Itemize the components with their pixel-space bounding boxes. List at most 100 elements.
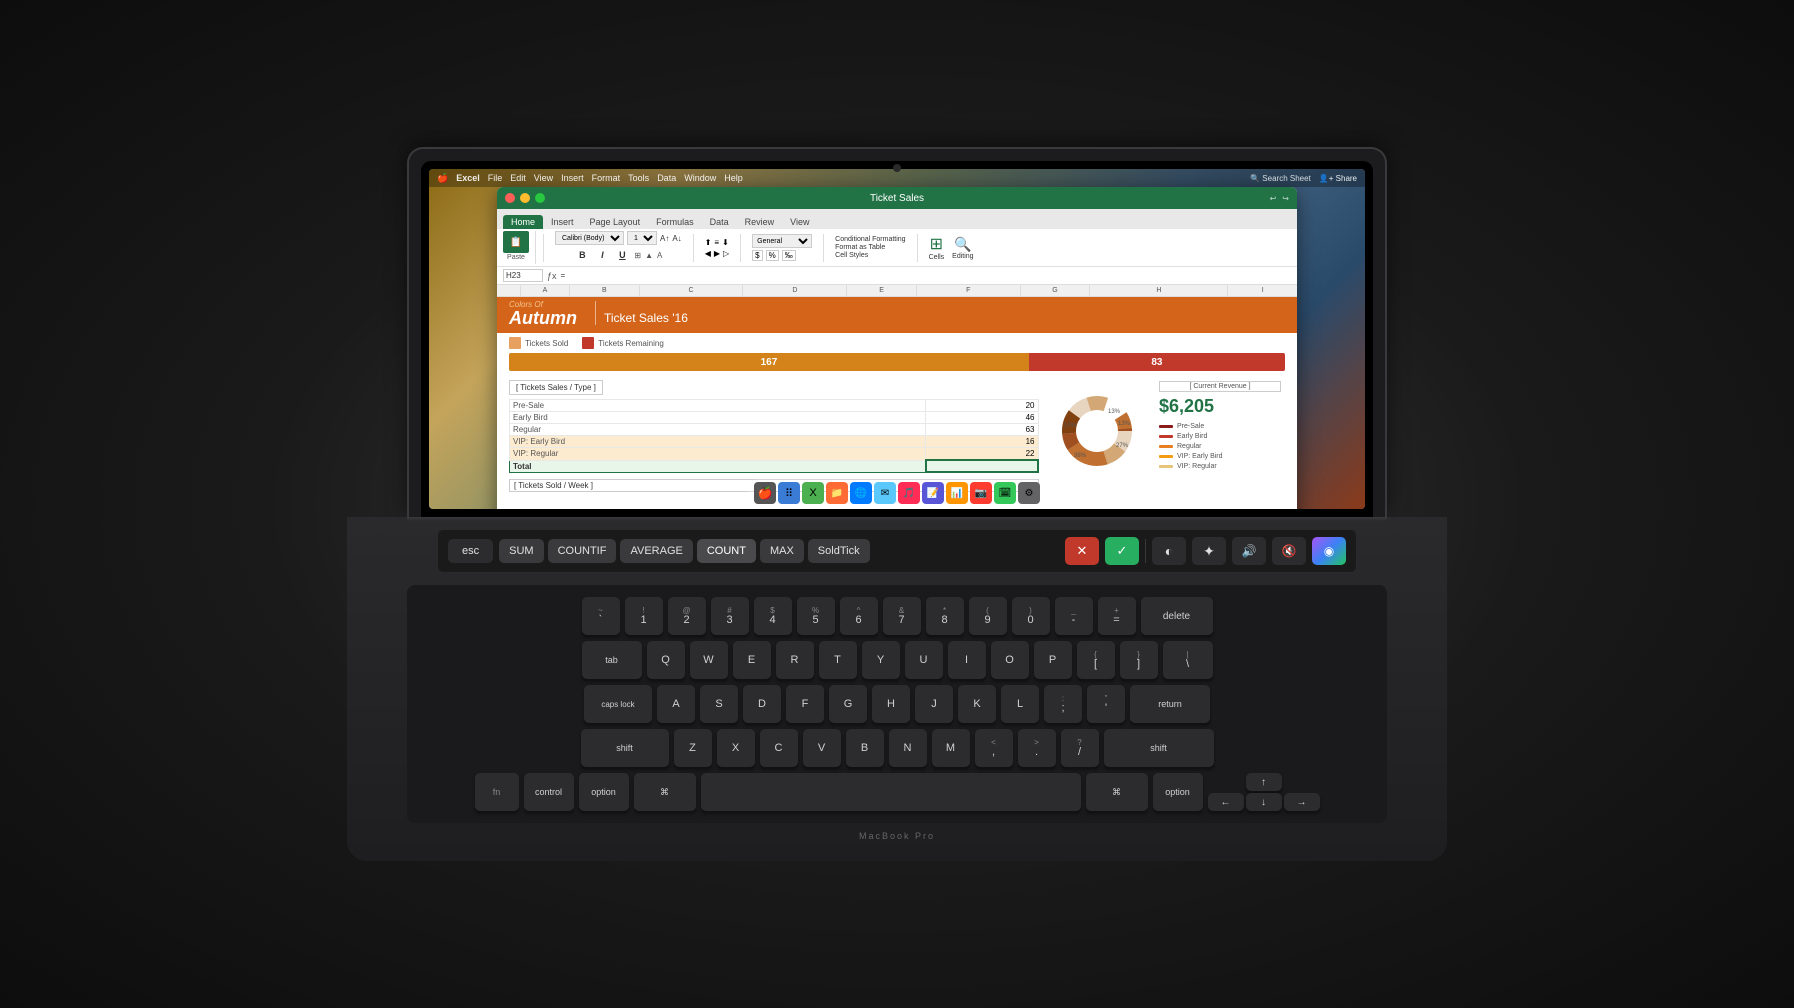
dock-icon-excel[interactable]: X <box>802 482 824 504</box>
key-0[interactable]: )0 <box>1012 597 1050 635</box>
redo-icon[interactable]: ↪ <box>1282 194 1289 203</box>
key-left-command[interactable]: ⌘ <box>634 773 696 811</box>
max-button[interactable]: MAX <box>760 539 804 563</box>
font-color-icon[interactable]: A <box>657 251 662 260</box>
currency-icon[interactable]: $ <box>752 250 762 261</box>
col-h-header[interactable]: H <box>1090 285 1228 296</box>
col-i-header[interactable]: I <box>1228 285 1297 296</box>
dock-icon-finder[interactable]: 🍎 <box>754 482 776 504</box>
format-as-table-btn[interactable]: Format as Table <box>835 244 905 251</box>
key-right-command[interactable]: ⌘ <box>1086 773 1148 811</box>
key-d[interactable]: D <box>743 685 781 723</box>
font-family-select[interactable]: Calibri (Body) <box>555 231 624 245</box>
dock-icon-6[interactable]: 📊 <box>946 482 968 504</box>
key-y[interactable]: Y <box>862 641 900 679</box>
key-left-arrow[interactable]: ← <box>1208 793 1244 811</box>
window-menu[interactable]: Window <box>684 173 716 183</box>
minimize-button[interactable] <box>520 193 530 203</box>
dock-icon-3[interactable]: ✉ <box>874 482 896 504</box>
tab-data[interactable]: Data <box>702 215 737 229</box>
align-right-icon[interactable]: ▷ <box>723 249 729 258</box>
undo-icon[interactable]: ↩ <box>1270 194 1277 203</box>
key-semicolon[interactable]: :; <box>1044 685 1082 723</box>
key-f[interactable]: F <box>786 685 824 723</box>
tools-menu[interactable]: Tools <box>628 173 649 183</box>
key-right-arrow[interactable]: → <box>1284 793 1320 811</box>
conditional-formatting-btn[interactable]: Conditional Formatting <box>835 236 905 243</box>
key-equals[interactable]: += <box>1098 597 1136 635</box>
key-s[interactable]: S <box>700 685 738 723</box>
col-a-header[interactable]: A <box>521 285 570 296</box>
dock-icon-9[interactable]: ⚙ <box>1018 482 1040 504</box>
key-o[interactable]: O <box>991 641 1029 679</box>
esc-button[interactable]: esc <box>448 539 493 563</box>
col-b-header[interactable]: B <box>570 285 640 296</box>
dock-icon-1[interactable]: 📁 <box>826 482 848 504</box>
key-return[interactable]: return <box>1130 685 1210 723</box>
key-up-arrow[interactable]: ↑ <box>1246 773 1282 791</box>
key-2[interactable]: @2 <box>668 597 706 635</box>
fill-color-icon[interactable]: ▲ <box>645 251 653 260</box>
key-r[interactable]: R <box>776 641 814 679</box>
vip-regular-value[interactable]: 22 <box>926 448 1038 461</box>
siri-button[interactable]: ◉ <box>1312 537 1346 565</box>
apple-menu[interactable]: 🍎 <box>437 173 448 184</box>
key-c[interactable]: C <box>760 729 798 767</box>
data-menu[interactable]: Data <box>657 173 676 183</box>
tab-view[interactable]: View <box>782 215 817 229</box>
dock-icon-launchpad[interactable]: ⠿ <box>778 482 800 504</box>
vip-earlybird-value[interactable]: 16 <box>926 436 1038 448</box>
tab-page-layout[interactable]: Page Layout <box>582 215 649 229</box>
key-right-shift[interactable]: shift <box>1104 729 1214 767</box>
percent-icon[interactable]: % <box>766 250 779 261</box>
key-6[interactable]: ^6 <box>840 597 878 635</box>
regular-value[interactable]: 63 <box>926 424 1038 436</box>
align-left-icon[interactable]: ◀ <box>705 249 711 258</box>
col-c-header[interactable]: C <box>640 285 744 296</box>
key-minus[interactable]: _- <box>1055 597 1093 635</box>
count-button[interactable]: COUNT <box>697 539 756 563</box>
dock-icon-2[interactable]: 🌐 <box>850 482 872 504</box>
total-value-cell[interactable] <box>926 460 1038 472</box>
key-g[interactable]: G <box>829 685 867 723</box>
align-bottom-icon[interactable]: ⬇ <box>722 238 729 247</box>
formula-input[interactable]: = <box>561 271 1291 280</box>
font-size-down-icon[interactable]: A↓ <box>672 234 681 243</box>
dock-icon-7[interactable]: 📷 <box>970 482 992 504</box>
key-x[interactable]: X <box>717 729 755 767</box>
help-menu[interactable]: Help <box>724 173 743 183</box>
key-backtick[interactable]: ~` <box>582 597 620 635</box>
key-h[interactable]: H <box>872 685 910 723</box>
dock-icon-4[interactable]: 🎵 <box>898 482 920 504</box>
key-comma[interactable]: <, <box>975 729 1013 767</box>
key-backslash[interactable]: |\ <box>1163 641 1213 679</box>
countif-button[interactable]: COUNTIF <box>548 539 617 563</box>
align-center-icon[interactable]: ▶ <box>714 249 720 258</box>
format-menu[interactable]: Format <box>592 173 621 183</box>
soldtick-button[interactable]: SoldTick <box>808 539 870 563</box>
dock-icon-8[interactable]: 🗓 <box>994 482 1016 504</box>
key-e[interactable]: E <box>733 641 771 679</box>
presale-value[interactable]: 20 <box>926 400 1038 412</box>
confirm-button[interactable]: ✓ <box>1105 537 1139 565</box>
key-j[interactable]: J <box>915 685 953 723</box>
key-down-arrow[interactable]: ↓ <box>1246 793 1282 811</box>
key-delete[interactable]: delete <box>1141 597 1213 635</box>
key-t[interactable]: T <box>819 641 857 679</box>
tab-insert[interactable]: Insert <box>543 215 582 229</box>
cancel-button[interactable]: ✕ <box>1065 537 1099 565</box>
key-control[interactable]: control <box>524 773 574 811</box>
align-middle-icon[interactable]: ≡ <box>714 238 719 247</box>
editing-icon[interactable]: 🔍 <box>952 236 973 253</box>
tab-formulas[interactable]: Formulas <box>648 215 702 229</box>
brightness-up-button[interactable]: ✦ <box>1192 537 1226 565</box>
insert-menu[interactable]: Insert <box>561 173 584 183</box>
font-size-select[interactable]: 12 <box>627 231 657 245</box>
key-left-shift[interactable]: shift <box>581 729 669 767</box>
paste-icon[interactable]: 📋 <box>503 231 529 253</box>
borders-icon[interactable]: ⊞ <box>634 251 641 260</box>
volume-down-button[interactable]: 🔇 <box>1272 537 1306 565</box>
key-i[interactable]: I <box>948 641 986 679</box>
earlybird-value[interactable]: 46 <box>926 412 1038 424</box>
key-slash[interactable]: ?/ <box>1061 729 1099 767</box>
